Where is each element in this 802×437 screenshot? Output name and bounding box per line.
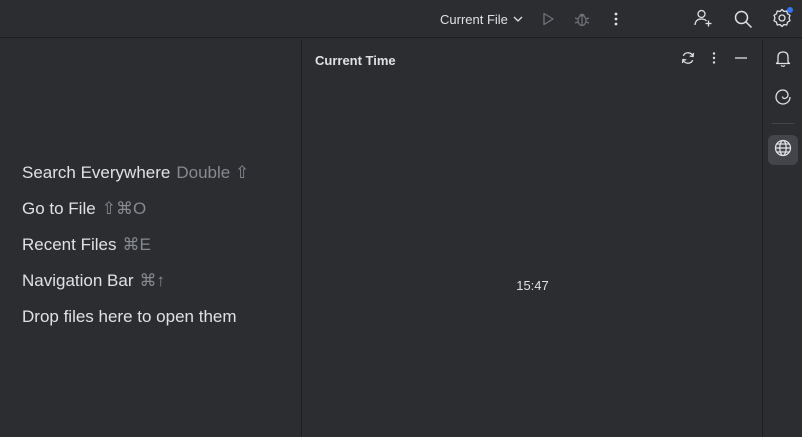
right-tool-strip [762, 39, 802, 437]
spiral-icon [774, 88, 792, 111]
refresh-button[interactable] [677, 49, 699, 71]
run-config-label: Current File [440, 11, 508, 27]
hint-navigation-bar: Navigation Bar ⌘↑ [22, 270, 249, 306]
vertical-dots-icon [608, 11, 624, 27]
add-user-icon [693, 8, 713, 28]
hint-action: Search Everywhere [22, 163, 171, 182]
hint-shortcut: ⌘↑ [139, 271, 166, 290]
vertical-dots-icon [707, 51, 721, 70]
notifications-button[interactable] [768, 45, 798, 75]
play-icon [540, 11, 556, 27]
code-with-me-button[interactable] [690, 5, 716, 31]
current-time-tool-window: Current Time 15:47 [303, 39, 762, 437]
hint-shortcut: Double ⇧ [176, 163, 250, 182]
hint-go-to-file: Go to File ⇧⌘O [22, 198, 249, 234]
main-toolbar: Current File [0, 0, 802, 38]
strip-separator [772, 123, 794, 124]
hint-search-everywhere: Search Everywhere Double ⇧ [22, 162, 249, 198]
hint-recent-files: Recent Files ⌘E [22, 234, 249, 270]
hint-action: Go to File [22, 199, 96, 218]
globe-icon [774, 139, 792, 162]
hint-shortcut: ⌘E [122, 235, 151, 254]
tool-window-title: Current Time [315, 53, 396, 68]
minimize-button[interactable] [730, 49, 752, 71]
hint-action: Recent Files [22, 235, 117, 254]
notification-dot [787, 7, 793, 13]
tool-window-options-button[interactable] [703, 49, 725, 71]
editor-empty-state: Search Everywhere Double ⇧ Go to File ⇧⌘O … [0, 39, 302, 437]
current-time-value: 15:47 [516, 278, 549, 293]
welcome-hints: Search Everywhere Double ⇧ Go to File ⇧⌘O … [22, 162, 249, 342]
chevron-down-icon [512, 13, 524, 25]
refresh-icon [680, 50, 696, 71]
web-tool-window-button[interactable] [768, 135, 798, 165]
hint-shortcut: ⇧⌘O [101, 199, 147, 218]
debug-button[interactable] [569, 6, 595, 32]
run-button[interactable] [535, 6, 561, 32]
hint-drop-files: Drop files here to open them [22, 306, 249, 342]
bug-icon [573, 10, 591, 28]
minimize-icon [734, 51, 748, 70]
hint-action: Drop files here to open them [22, 307, 237, 326]
bell-icon [774, 49, 792, 72]
run-config-selector[interactable]: Current File [434, 8, 530, 30]
settings-button[interactable] [769, 5, 795, 31]
hint-action: Navigation Bar [22, 271, 134, 290]
ai-assistant-button[interactable] [768, 84, 798, 114]
search-everywhere-button[interactable] [730, 6, 756, 32]
more-actions-button[interactable] [603, 6, 629, 32]
search-icon [733, 9, 753, 29]
